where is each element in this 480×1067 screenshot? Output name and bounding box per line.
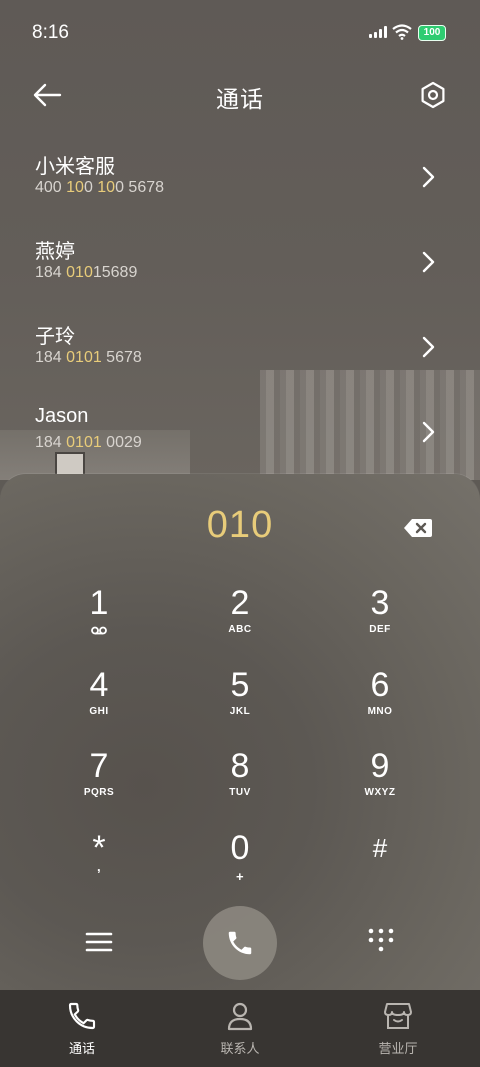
contact-row[interactable]: 小米客服 400 100 100 5678 xyxy=(0,138,480,223)
contact-row[interactable]: Jason 184 0101 0029 xyxy=(0,393,480,478)
key-1[interactable]: 1 xyxy=(29,584,169,664)
voicemail-icon xyxy=(91,626,107,635)
key-5[interactable]: 5 JKL xyxy=(170,666,310,746)
person-icon xyxy=(227,1002,253,1031)
contact-name: 小米客服 xyxy=(35,156,115,178)
key-hash[interactable]: # xyxy=(310,829,450,909)
contact-name: Jason xyxy=(35,405,89,427)
contact-number: 184 0101 0029 xyxy=(35,434,142,451)
tab-calls[interactable]: 通话 xyxy=(2,1000,162,1057)
menu-icon[interactable] xyxy=(85,930,113,954)
signal-icon xyxy=(369,26,387,38)
key-2[interactable]: 2 ABC xyxy=(170,584,310,664)
header: 通话 xyxy=(0,70,480,120)
key-4[interactable]: 4 GHI xyxy=(29,666,169,746)
chevron-right-icon xyxy=(422,251,435,273)
phone-icon xyxy=(68,1002,96,1030)
call-button[interactable] xyxy=(203,906,277,980)
dialpad-panel: 010 1 2 ABC 3 DEF 4 GHI 5 JKL 6 MNO 7 PQ… xyxy=(0,474,480,994)
contact-number: 184 01015689 xyxy=(35,264,138,281)
key-8[interactable]: 8 TUV xyxy=(170,747,310,827)
tab-contacts[interactable]: 联系人 xyxy=(160,1000,320,1057)
battery-icon: 100 xyxy=(418,25,446,41)
contact-results-list: 小米客服 400 100 100 5678 燕婷 184 01015689 子玲… xyxy=(0,138,480,478)
tab-label: 营业厅 xyxy=(378,1041,418,1056)
page-title: 通话 xyxy=(216,86,264,112)
contact-name: 子玲 xyxy=(35,326,75,348)
key-star[interactable]: *, xyxy=(29,829,169,909)
contact-name: 燕婷 xyxy=(35,241,75,263)
backspace-icon[interactable] xyxy=(403,518,433,538)
status-bar: 8:16 100 xyxy=(0,0,480,66)
contact-row[interactable]: 燕婷 184 01015689 xyxy=(0,223,480,308)
dialer-actions xyxy=(0,904,480,984)
contact-number: 400 100 100 5678 xyxy=(35,179,165,196)
key-9[interactable]: 9 WXYZ xyxy=(310,747,450,827)
phone-icon xyxy=(228,931,252,955)
chevron-right-icon xyxy=(422,421,435,443)
store-icon xyxy=(384,1003,412,1029)
key-3[interactable]: 3 DEF xyxy=(310,584,450,664)
contact-row[interactable]: 子玲 184 0101 5678 xyxy=(0,308,480,393)
chevron-right-icon xyxy=(422,336,435,358)
wifi-icon xyxy=(392,24,412,40)
tab-store[interactable]: 营业厅 xyxy=(318,1000,478,1057)
settings-icon[interactable] xyxy=(417,79,449,111)
contact-number: 184 0101 5678 xyxy=(35,349,142,366)
key-0[interactable]: 0 + xyxy=(170,829,310,909)
tab-label: 通话 xyxy=(68,1041,95,1056)
status-time: 8:16 xyxy=(32,22,69,43)
dialpad-toggle-icon[interactable] xyxy=(366,926,396,956)
key-6[interactable]: 6 MNO xyxy=(310,666,450,746)
key-7[interactable]: 7 PQRS xyxy=(29,747,169,827)
tab-label: 联系人 xyxy=(220,1041,260,1056)
bottom-tab-bar: 通话 联系人 营业厅 xyxy=(0,990,480,1067)
chevron-right-icon xyxy=(422,166,435,188)
